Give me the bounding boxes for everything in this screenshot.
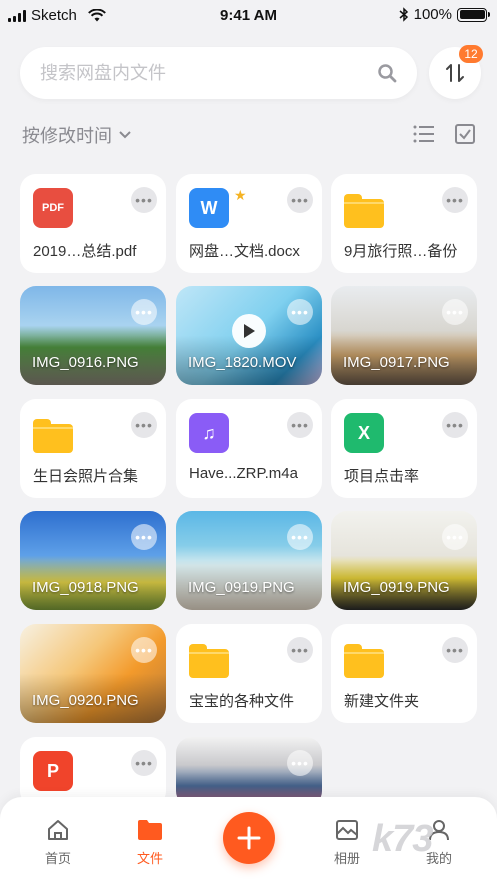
folder-icon (138, 820, 162, 840)
file-name: IMG_1820.MOV (188, 354, 297, 371)
status-bar: Sketch 9:41 AM 100% (0, 0, 497, 32)
more-options-button[interactable]: ••• (287, 299, 313, 325)
file-name: 9月旅行照…备份 (344, 243, 458, 260)
more-options-button[interactable]: ••• (287, 412, 313, 438)
search-bar[interactable] (20, 47, 417, 99)
ppt-file-icon: P (33, 751, 73, 791)
tab-label: 首页 (44, 851, 71, 866)
file-name: 生日会照片合集 (33, 468, 139, 485)
file-card[interactable]: ••• IMG_0919.PNG (331, 511, 477, 610)
folder-icon (344, 188, 384, 228)
play-icon[interactable] (232, 314, 266, 348)
more-options-button[interactable]: ••• (442, 299, 468, 325)
more-options-button[interactable]: ••• (287, 187, 313, 213)
file-name: 2019…总结.pdf (33, 243, 137, 260)
plus-icon (237, 826, 261, 850)
list-view-icon[interactable] (413, 124, 435, 144)
file-card[interactable]: W ★ ••• 网盘…文档.docx (176, 174, 322, 273)
file-card[interactable]: ••• 9月旅行照…备份 (331, 174, 477, 273)
sort-icon (446, 64, 464, 82)
file-card[interactable]: ••• IMG_0916.PNG (20, 286, 166, 385)
tab-label: 文件 (136, 851, 163, 866)
file-name: Have...ZRP.m4a (189, 465, 298, 482)
file-card[interactable]: ••• IMG_0920.PNG (20, 624, 166, 723)
more-options-button[interactable]: ••• (287, 750, 313, 776)
file-card[interactable]: X ••• 项目点击率 (331, 399, 477, 498)
file-name: IMG_0919.PNG (188, 579, 295, 596)
more-options-button[interactable]: ••• (131, 637, 157, 663)
more-options-button[interactable]: ••• (442, 412, 468, 438)
select-checkbox-icon[interactable] (455, 124, 475, 144)
more-options-button[interactable]: ••• (442, 637, 468, 663)
file-name: 宝宝的各种文件 (189, 693, 295, 710)
more-options-button[interactable]: ••• (442, 187, 468, 213)
folder-icon (344, 638, 384, 678)
star-icon: ★ (234, 187, 247, 203)
more-options-button[interactable]: ••• (131, 750, 157, 776)
folder-icon (33, 413, 73, 453)
search-input[interactable] (40, 62, 377, 84)
file-card[interactable]: ••• IMG_1820.MOV (176, 286, 322, 385)
doc-file-icon: W (189, 188, 229, 228)
photo-icon (336, 820, 358, 840)
pdf-file-icon: PDF (33, 188, 73, 228)
file-name: 新建文件夹 (344, 693, 420, 710)
file-card[interactable]: ••• 新建文件夹 (331, 624, 477, 723)
watermark-logo: k73 (372, 818, 433, 860)
file-card[interactable]: ••• IMG_0917.PNG (331, 286, 477, 385)
tab-files[interactable]: 文件 (110, 817, 190, 867)
file-name: IMG_0919.PNG (343, 579, 450, 596)
home-icon (48, 820, 68, 840)
more-options-button[interactable]: ••• (131, 524, 157, 550)
bluetooth-icon (399, 7, 408, 22)
search-icon[interactable] (377, 63, 397, 83)
notification-badge: 12 (459, 45, 483, 63)
add-button[interactable] (223, 812, 275, 864)
battery-percent: 100% (413, 6, 452, 23)
file-card[interactable]: ••• 生日会照片合集 (20, 399, 166, 498)
sheet-file-icon: X (344, 413, 384, 453)
file-card[interactable]: ♫ ••• Have...ZRP.m4a (176, 399, 322, 498)
more-options-button[interactable]: ••• (131, 299, 157, 325)
sort-label: 按修改时间 (22, 126, 112, 146)
file-card[interactable]: ••• 宝宝的各种文件 (176, 624, 322, 723)
file-card[interactable]: ••• IMG_0919.PNG (176, 511, 322, 610)
more-options-button[interactable]: ••• (442, 524, 468, 550)
tab-label: 相册 (333, 851, 360, 866)
sort-button[interactable]: 12 (429, 45, 483, 99)
file-name: IMG_0918.PNG (32, 579, 139, 596)
more-options-button[interactable]: ••• (287, 524, 313, 550)
audio-file-icon: ♫ (189, 413, 229, 453)
file-card[interactable]: PDF ••• 2019…总结.pdf (20, 174, 166, 273)
more-options-button[interactable]: ••• (131, 412, 157, 438)
file-name: IMG_0917.PNG (343, 354, 450, 371)
file-name: 项目点击率 (344, 468, 420, 485)
sort-dropdown[interactable]: 按修改时间 (22, 122, 132, 148)
chevron-down-icon (119, 131, 131, 139)
file-name: IMG_0920.PNG (32, 692, 139, 709)
file-name: IMG_0916.PNG (32, 354, 139, 371)
battery-icon (457, 7, 490, 22)
tab-home[interactable]: 首页 (18, 817, 98, 867)
file-name: 网盘…文档.docx (189, 243, 300, 260)
file-card[interactable]: ••• IMG_0918.PNG (20, 511, 166, 610)
more-options-button[interactable]: ••• (287, 637, 313, 663)
more-options-button[interactable]: ••• (131, 187, 157, 213)
folder-icon (189, 638, 229, 678)
